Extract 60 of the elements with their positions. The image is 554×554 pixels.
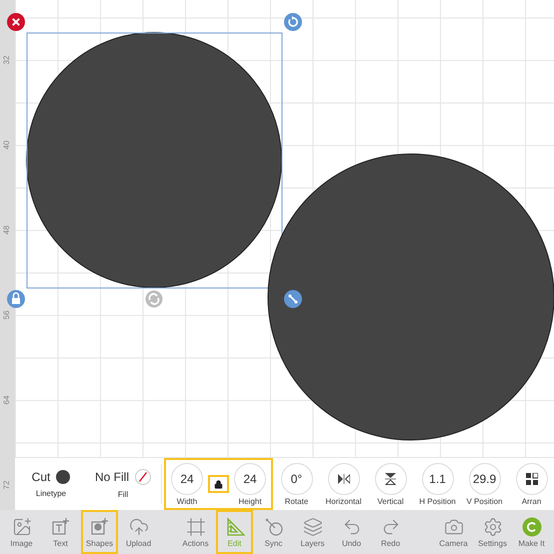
text-box-icon: [50, 516, 70, 536]
resize-handle[interactable]: [284, 290, 302, 308]
frame-icon: [186, 516, 206, 536]
flip-handle-icon[interactable]: [146, 290, 162, 308]
flip-vertical-button[interactable]: [374, 462, 406, 495]
button-label: Horizontal: [325, 496, 362, 506]
toolbar-button[interactable]: Image: [3, 510, 40, 554]
make-it-logo-icon: [522, 516, 542, 536]
value-button[interactable]: 1.1: [422, 462, 454, 495]
settings-icon: [482, 516, 502, 536]
property-label: Fill: [118, 490, 128, 500]
button-label: H Position: [419, 496, 456, 506]
lock-icon: [214, 480, 223, 489]
flip-vertical-icon: [385, 472, 396, 485]
height-button[interactable]: 24: [234, 462, 266, 495]
ruler-label: 32: [2, 54, 12, 66]
linetype-dot-icon[interactable]: [56, 470, 70, 484]
layers-icon: [302, 516, 322, 536]
button-label: Arran: [522, 496, 542, 506]
ruler-label: 40: [2, 140, 12, 152]
value-button[interactable]: 29.9: [468, 462, 500, 495]
button-label: Vertical: [377, 496, 404, 506]
lock-button[interactable]: [208, 475, 229, 494]
toolbar-button[interactable]: Undo: [333, 510, 370, 554]
pen-disc-icon: [264, 516, 284, 536]
button-label: Rotate: [284, 496, 308, 506]
toolbar-button[interactable]: Shapes: [81, 510, 118, 554]
ruler-label: 48: [2, 224, 12, 236]
delete-handle[interactable]: [7, 13, 25, 31]
toolbar-button[interactable]: Camera: [435, 510, 472, 554]
ruler-label: 72: [2, 480, 12, 492]
shapes-icon: [90, 516, 110, 536]
selected-circle-shape[interactable]: [26, 32, 282, 288]
lock-handle[interactable]: [7, 290, 25, 308]
arrange-icon: [526, 472, 538, 485]
rotate-handle[interactable]: [284, 13, 302, 31]
toolbar-button[interactable]: Make It: [513, 510, 550, 554]
arrange-button[interactable]: [516, 462, 548, 495]
toolbar-button[interactable]: Actions: [177, 510, 214, 554]
toolbar-button[interactable]: Sync: [255, 510, 292, 554]
button-label: V Position: [466, 496, 503, 506]
flip-horizontal-icon: [338, 474, 350, 484]
image-plus-icon: [12, 516, 32, 536]
property-value: Cut: [32, 470, 50, 484]
flip-horizontal-button[interactable]: [328, 462, 360, 495]
width-button[interactable]: 24: [171, 462, 203, 495]
toolbar-button[interactable]: Upload: [120, 510, 157, 554]
value-button[interactable]: 0°: [280, 462, 312, 495]
no-fill-icon[interactable]: [135, 469, 151, 486]
cloud-upload-icon: [128, 516, 148, 536]
toolbar-button[interactable]: Text: [42, 510, 79, 554]
ruler-label: 56: [2, 310, 12, 322]
toolbar-button[interactable]: Settings: [474, 510, 511, 554]
property-label: Linetype: [36, 489, 66, 498]
property-value: No Fill: [94, 470, 129, 484]
button-label: Width: [176, 496, 198, 506]
ruler-label: 64: [2, 394, 12, 406]
toolbar-button[interactable]: Layers: [294, 510, 331, 554]
toolbar-button[interactable]: Redo: [372, 510, 409, 554]
button-label: Height: [238, 496, 262, 506]
